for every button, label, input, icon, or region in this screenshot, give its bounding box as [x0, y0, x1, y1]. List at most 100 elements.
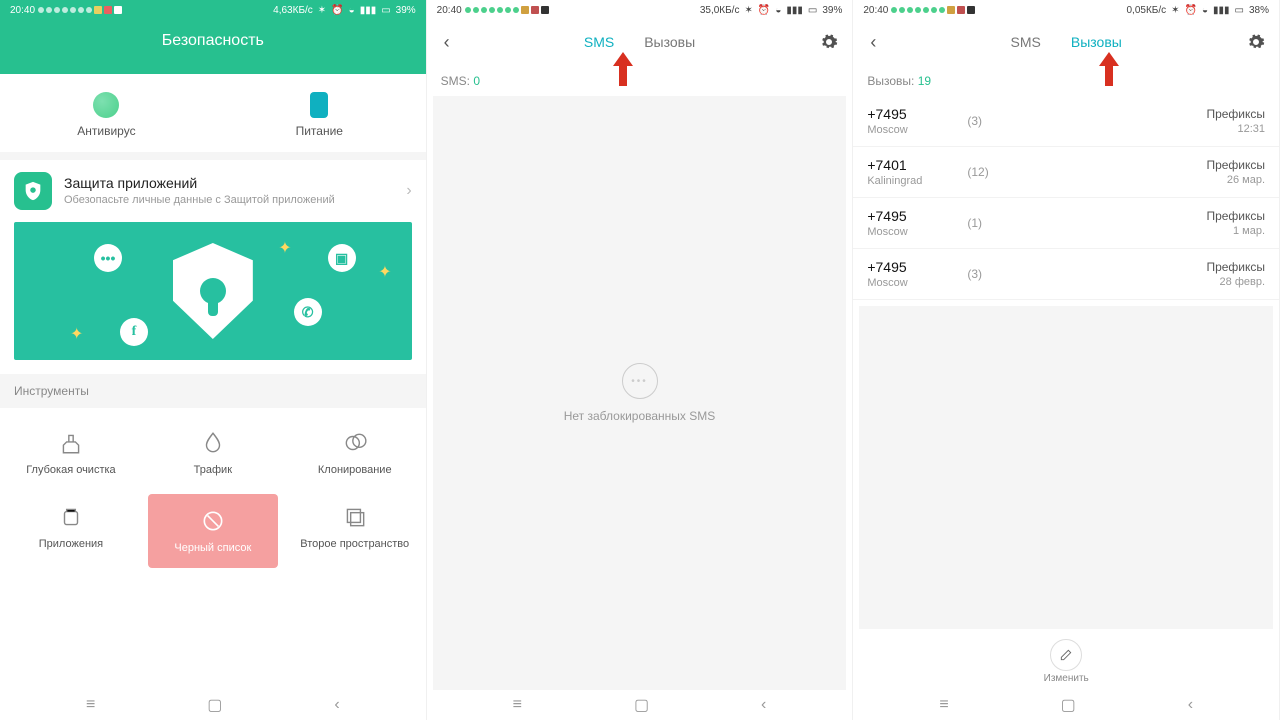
- tool-label: Второе пространство: [288, 538, 422, 550]
- tool-apps[interactable]: Приложения: [0, 490, 142, 572]
- call-number: +7495: [867, 259, 967, 275]
- edit-button[interactable]: Изменить: [853, 629, 1279, 690]
- tool-grid: Глубокая очистка Трафик Клонирование При…: [0, 408, 426, 580]
- bluetooth-icon: ✶: [744, 5, 752, 16]
- back-button[interactable]: ‹: [861, 32, 885, 53]
- nav-bar: ≡ ▢ ‹: [0, 690, 426, 720]
- status-bar: 20:40 0,05КБ/с ✶ ⏰ ◒ ▮▮▮ ▭ 38%: [853, 0, 1279, 20]
- nav-home-icon[interactable]: ▢: [1061, 695, 1076, 715]
- tool-clone[interactable]: Клонирование: [284, 416, 426, 490]
- tool-label: Черный список: [152, 542, 274, 554]
- empty-text: Нет заблокированных SMS: [564, 409, 716, 423]
- count-value: 0: [473, 74, 480, 88]
- tab-sms[interactable]: SMS: [584, 30, 614, 54]
- edit-label: Изменить: [853, 673, 1279, 684]
- tab-calls[interactable]: Вызовы: [644, 30, 695, 54]
- nav-home-icon[interactable]: ▢: [207, 695, 222, 715]
- settings-button[interactable]: [820, 33, 844, 51]
- call-count: (12): [967, 165, 1017, 179]
- nav-back-icon[interactable]: ‹: [1188, 696, 1193, 714]
- battery-icon: ▭: [808, 5, 817, 16]
- status-batt: 39%: [396, 5, 416, 16]
- tab-calls[interactable]: Вызовы: [1071, 30, 1122, 54]
- count-line: Вызовы: 19: [853, 64, 1279, 96]
- android-icon: [58, 504, 84, 530]
- nav-bar: ≡ ▢ ‹: [853, 690, 1279, 720]
- call-row[interactable]: +7495Moscow (3) Префиксы12:31: [853, 96, 1279, 147]
- app-lock-card[interactable]: Защита приложений Обезопасьте личные дан…: [0, 160, 426, 222]
- battery-icon: ▭: [1235, 5, 1244, 16]
- status-notif-icons: [38, 6, 122, 14]
- call-tag: Префиксы: [1017, 260, 1265, 274]
- battery-button[interactable]: Питание: [213, 74, 426, 152]
- sparkle-icon: ✦: [278, 238, 291, 258]
- call-location: Kaliningrad: [867, 175, 967, 187]
- status-notif-icons: [465, 6, 549, 14]
- tool-label: Клонирование: [288, 464, 422, 476]
- empty-icon: •••: [622, 363, 658, 399]
- count-line: SMS: 0: [427, 64, 853, 96]
- nav-back-icon[interactable]: ‹: [761, 696, 766, 714]
- tool-blocklist[interactable]: Черный список: [148, 494, 278, 568]
- tool-deep-clean[interactable]: Глубокая очистка: [0, 416, 142, 490]
- call-number: +7495: [867, 106, 967, 122]
- battery-icon: ▭: [381, 5, 390, 16]
- header-green: 20:40 4,63КБ/с ✶ ⏰ ◒ ▮▮▮ ▭ 39% Безопасно…: [0, 0, 426, 74]
- call-row[interactable]: +7495Moscow (1) Префиксы1 мар.: [853, 198, 1279, 249]
- call-date: 1 мар.: [1017, 225, 1265, 237]
- empty-filler: [859, 306, 1273, 629]
- bluetooth-icon: ✶: [1171, 5, 1179, 16]
- signal-icon: ▮▮▮: [786, 5, 803, 16]
- call-count: (3): [967, 114, 1017, 128]
- facebook-icon: f: [120, 318, 148, 346]
- call-tag: Префиксы: [1017, 158, 1265, 172]
- antivirus-button[interactable]: Антивирус: [0, 74, 213, 152]
- tool-label: Глубокая очистка: [4, 464, 138, 476]
- status-batt: 38%: [1249, 5, 1269, 16]
- count-label: Вызовы:: [867, 74, 914, 88]
- chevron-right-icon: ›: [406, 182, 411, 200]
- edit-icon: [1050, 639, 1082, 671]
- status-notif-icons: [891, 6, 975, 14]
- shield-graphic: [173, 243, 253, 339]
- status-net: 0,05КБ/с: [1127, 5, 1167, 16]
- nav-bar: ≡ ▢ ‹: [427, 690, 853, 720]
- tool-traffic[interactable]: Трафик: [142, 416, 284, 490]
- tool-label: Трафик: [146, 464, 280, 476]
- nav-home-icon[interactable]: ▢: [634, 695, 649, 715]
- nav-back-icon[interactable]: ‹: [334, 696, 339, 714]
- status-time: 20:40: [10, 5, 35, 16]
- call-row[interactable]: +7401Kaliningrad (12) Префиксы26 мар.: [853, 147, 1279, 198]
- tool-second-space[interactable]: Второе пространство: [284, 490, 426, 572]
- call-number: +7401: [867, 157, 967, 173]
- tools-header: Инструменты: [0, 374, 426, 408]
- call-location: Moscow: [867, 124, 967, 136]
- call-location: Moscow: [867, 226, 967, 238]
- nav-menu-icon[interactable]: ≡: [939, 696, 948, 714]
- call-location: Moscow: [867, 277, 967, 289]
- call-tag: Префиксы: [1017, 107, 1265, 121]
- red-arrow-annotation: [1097, 52, 1121, 86]
- app-lock-banner[interactable]: ••• ▣ ✆ f ✦ ✦ ✦: [14, 222, 412, 360]
- screen-calls: 20:40 0,05КБ/с ✶ ⏰ ◒ ▮▮▮ ▭ 38% ‹ SMS Выз…: [853, 0, 1280, 720]
- status-time: 20:40: [863, 5, 888, 16]
- shield-icon: [14, 172, 52, 210]
- call-number: +7495: [867, 208, 967, 224]
- back-button[interactable]: ‹: [435, 32, 459, 53]
- quick-row: Антивирус Питание: [0, 74, 426, 152]
- gear-icon: [1247, 33, 1265, 51]
- nav-menu-icon[interactable]: ≡: [86, 696, 95, 714]
- settings-button[interactable]: [1247, 33, 1271, 51]
- status-bar: 20:40 35,0КБ/с ✶ ⏰ ◒ ▮▮▮ ▭ 39%: [427, 0, 853, 20]
- call-row[interactable]: +7495Moscow (3) Префиксы28 февр.: [853, 249, 1279, 300]
- antivirus-icon: [93, 92, 119, 118]
- sparkle-icon: ✦: [378, 262, 391, 282]
- photo-icon: ▣: [328, 244, 356, 272]
- block-icon: [200, 508, 226, 534]
- nav-menu-icon[interactable]: ≡: [513, 696, 522, 714]
- chat-bubble-icon: •••: [94, 244, 122, 272]
- app-lock-title: Защита приложений: [64, 175, 406, 191]
- tab-sms[interactable]: SMS: [1011, 30, 1041, 54]
- status-time: 20:40: [437, 5, 462, 16]
- call-count: (3): [967, 267, 1017, 281]
